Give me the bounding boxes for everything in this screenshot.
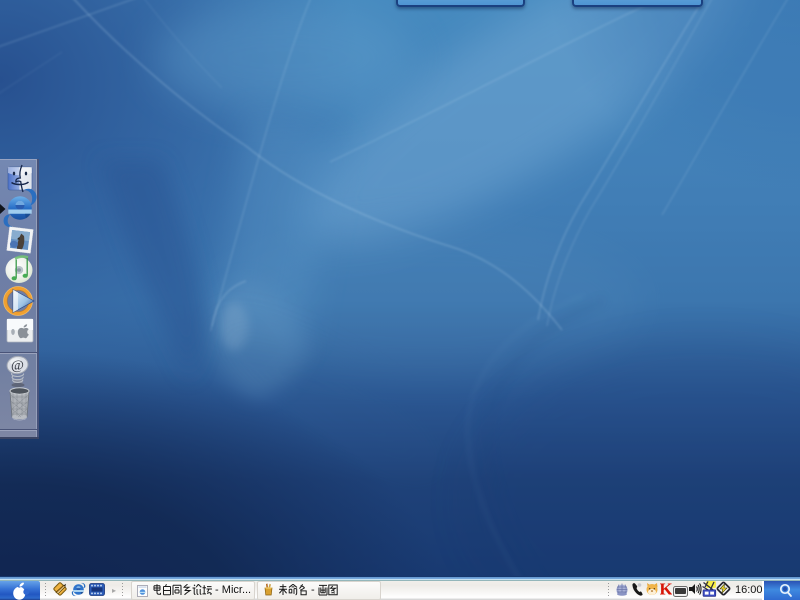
svg-text:@: @ (11, 359, 24, 374)
svg-text:K: K (660, 581, 672, 597)
